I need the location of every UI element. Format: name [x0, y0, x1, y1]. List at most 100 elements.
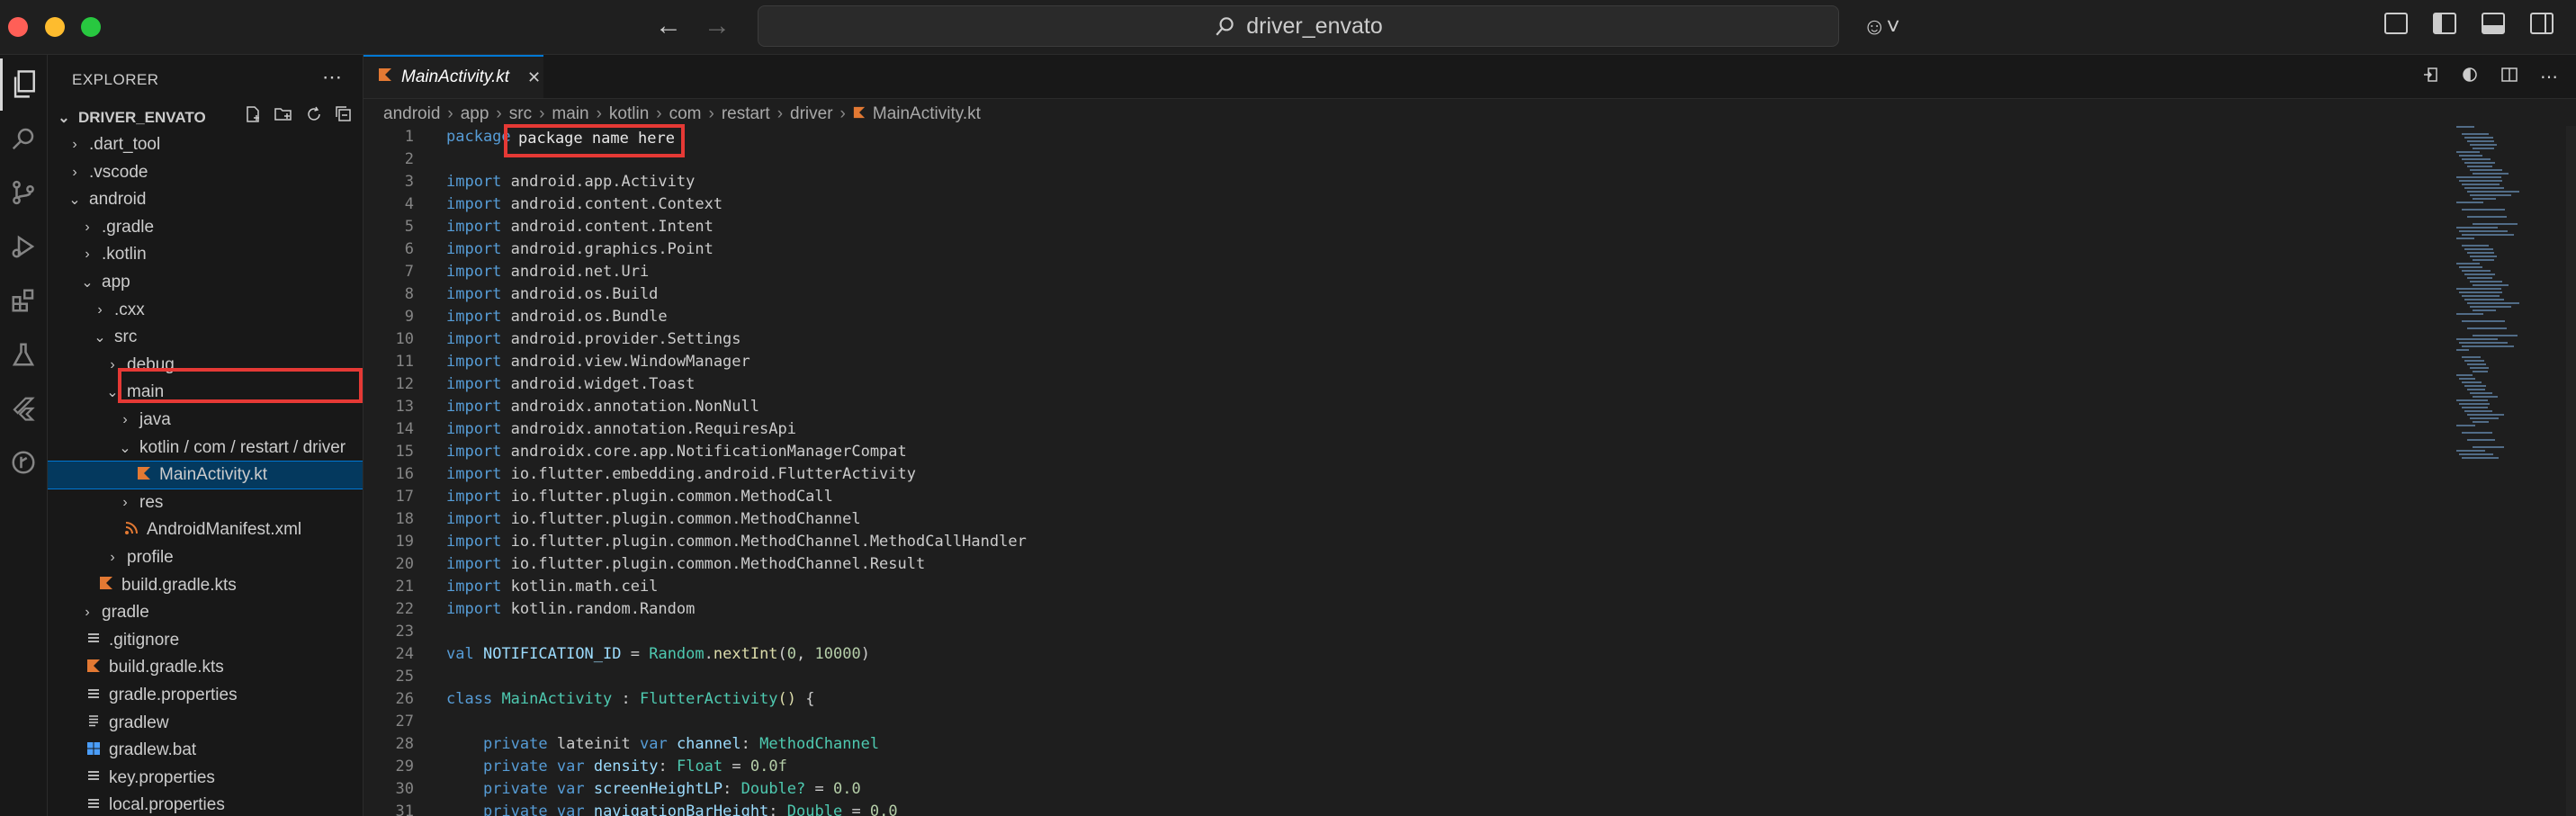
tree-item-label: build.gradle.kts	[109, 658, 224, 677]
minimize-window-button[interactable]	[45, 17, 65, 37]
customize-layout-icon[interactable]	[2384, 13, 2408, 34]
source-control-icon[interactable]	[0, 166, 47, 219]
git-graph-icon[interactable]	[0, 436, 47, 489]
collapse-all-icon[interactable]	[335, 105, 353, 129]
line-number: 30	[395, 780, 414, 798]
minimap-line	[2456, 425, 2475, 426]
explorer-sidebar: EXPLORER ⋯ ⌄ DRIVER_ENVATO › .dart_tool ›.…	[48, 55, 364, 816]
line-number: 26	[395, 690, 414, 708]
code-editor[interactable]: 1 package 2 3 import android.app.Activity 4 i…	[364, 126, 2451, 816]
toggle-panel-icon[interactable]	[2482, 13, 2505, 34]
code-line: 20 import io.flutter.plugin.common.Method…	[364, 553, 2433, 576]
tree-item[interactable]: gradle.properties	[48, 682, 363, 709]
command-center-search[interactable]: driver_envato	[758, 5, 1839, 47]
minimap-line	[2464, 410, 2492, 412]
run-debug-icon[interactable]	[0, 220, 47, 273]
more-actions-icon[interactable]: ⋯	[322, 66, 342, 89]
tree-item[interactable]: › .cxx	[48, 297, 363, 324]
code-line: 13 import androidx.annotation.NonNull	[364, 396, 2433, 418]
minimap-line	[2459, 378, 2476, 380]
tree-item-label: gradlew.bat	[109, 740, 197, 760]
extensions-icon[interactable]	[0, 274, 47, 327]
tree-item[interactable]: build.gradle.kts	[48, 572, 363, 599]
tree-item[interactable]: › .vscode	[48, 159, 363, 186]
breadcrumb-item[interactable]: driver	[790, 104, 833, 124]
tab-mainactivity[interactable]: MainActivity.kt ✕	[364, 55, 543, 98]
kotlin-file-icon	[378, 67, 392, 87]
minimap-line	[2473, 173, 2509, 175]
breadcrumb-item[interactable]: main	[552, 104, 588, 124]
tree-item[interactable]: › .dart_tool	[48, 131, 363, 158]
tree-item[interactable]: ⌄ kotlin / com / restart / driver	[48, 435, 363, 462]
search-icon[interactable]	[0, 112, 47, 165]
minimap-line	[2464, 162, 2495, 164]
minimap[interactable]	[2456, 126, 2555, 468]
tree-item[interactable]: MainActivity.kt	[48, 461, 363, 490]
close-icon[interactable]: ✕	[527, 68, 541, 87]
tree-item[interactable]: ⌄ android	[48, 186, 363, 213]
line-content: import android.widget.Toast	[446, 375, 696, 393]
minimap-line	[2473, 223, 2518, 225]
tree-item[interactable]: .gitignore	[48, 627, 363, 654]
tree-item[interactable]: › java	[48, 407, 363, 434]
vertical-scrollbar[interactable]	[2566, 126, 2576, 816]
breadcrumb-item[interactable]: app	[461, 104, 489, 124]
breadcrumb-item[interactable]: android	[383, 104, 440, 124]
editor-tab-bar: MainActivity.kt ✕ ⋯	[364, 55, 2576, 99]
tree-item[interactable]: gradlew.bat	[48, 737, 363, 764]
tree-item[interactable]: key.properties	[48, 765, 363, 792]
tree-item[interactable]: › profile	[48, 544, 363, 571]
tree-item[interactable]: AndroidManifest.xml	[48, 516, 363, 543]
breadcrumb-item[interactable]: kotlin	[609, 104, 649, 124]
minimap-line	[2467, 439, 2495, 441]
new-folder-icon[interactable]	[274, 105, 293, 129]
chevron-right-icon: ›	[72, 137, 77, 152]
chevron-down-icon: ⌄	[68, 193, 81, 209]
testing-icon[interactable]	[0, 328, 47, 381]
breadcrumb-item[interactable]: restart	[722, 104, 770, 124]
tree-item[interactable]: › gradle	[48, 599, 363, 626]
minimap-line	[2467, 302, 2519, 304]
tree-item-label: kotlin / com / restart / driver	[139, 437, 346, 457]
breadcrumb-item[interactable]: com	[669, 104, 702, 124]
tree-item[interactable]: ⌄ app	[48, 269, 363, 296]
minimap-line	[2464, 137, 2493, 139]
tree-item-label: .vscode	[89, 162, 148, 182]
tree-item[interactable]: ⌄ src	[48, 324, 363, 351]
breadcrumb-item[interactable]: src	[509, 104, 532, 124]
minimap-line	[2462, 184, 2500, 185]
tree-item[interactable]: build.gradle.kts	[48, 654, 363, 681]
flutter-icon[interactable]	[0, 382, 47, 435]
split-editor-icon[interactable]	[2500, 66, 2518, 89]
forward-arrow-icon[interactable]: →	[704, 13, 731, 40]
tree-item[interactable]: › .gradle	[48, 214, 363, 241]
minimap-line	[2459, 266, 2482, 268]
new-file-icon[interactable]	[244, 105, 262, 129]
open-changes-icon[interactable]	[2421, 66, 2439, 89]
minimap-line	[2456, 450, 2486, 452]
settings-file-icon	[84, 796, 103, 815]
compare-icon[interactable]	[2461, 66, 2479, 89]
line-content: import androidx.core.app.NotificationMan…	[446, 443, 907, 461]
explorer-icon[interactable]	[0, 58, 47, 111]
maximize-window-button[interactable]	[81, 17, 101, 37]
tree-item[interactable]: › res	[48, 489, 363, 516]
toggle-secondary-sidebar-icon[interactable]	[2530, 13, 2554, 34]
close-window-button[interactable]	[8, 17, 28, 37]
minimap-line	[2473, 335, 2518, 336]
tree-item[interactable]: local.properties	[48, 792, 363, 816]
line-content: import androidx.annotation.RequiresApi	[446, 420, 796, 438]
more-actions-icon[interactable]: ⋯	[2540, 66, 2558, 89]
line-content: import android.os.Build	[446, 285, 659, 303]
tree-item[interactable]: gradlew	[48, 710, 363, 737]
tree-item[interactable]: › .kotlin	[48, 241, 363, 268]
back-arrow-icon[interactable]: ←	[655, 13, 682, 40]
code-line: 8 import android.os.Build	[364, 283, 2433, 306]
minimap-line	[2467, 363, 2486, 365]
line-content: import androidx.annotation.NonNull	[446, 398, 759, 416]
toggle-primary-sidebar-icon[interactable]	[2433, 13, 2456, 34]
breadcrumb-item[interactable]: MainActivity.kt	[873, 104, 981, 124]
refresh-icon[interactable]	[305, 105, 323, 129]
workspace-root-label: DRIVER_ENVATO	[78, 109, 206, 126]
copilot-icon[interactable]: ☺˅	[1862, 13, 1900, 40]
